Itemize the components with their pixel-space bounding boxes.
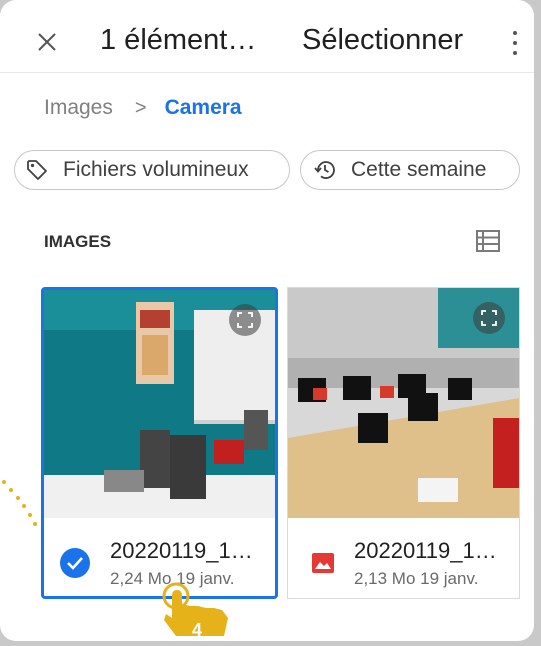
filter-chip-label: Cette semaine	[351, 158, 487, 181]
file-meta: 2,13 Mo 19 janv.	[354, 569, 479, 588]
list-view-button[interactable]	[476, 230, 500, 252]
breadcrumb-current[interactable]: Camera	[165, 96, 242, 120]
dotted-pointer-trail	[2, 480, 37, 526]
more-vert-icon	[513, 31, 517, 35]
office-desks-thumbnail[interactable]	[288, 288, 519, 518]
close-button[interactable]	[30, 25, 64, 59]
breadcrumb: Images > Camera	[44, 96, 242, 120]
file-name: 20220119_1…	[354, 538, 497, 563]
filter-chip-large-files[interactable]: Fichiers volumineux	[14, 150, 290, 190]
coffee-corner-thumbnail[interactable]	[44, 290, 275, 518]
expand-icon	[481, 310, 497, 326]
select-button[interactable]: Sélectionner	[302, 24, 463, 57]
filter-chip-this-week[interactable]: Cette semaine	[300, 150, 520, 190]
expand-preview-button[interactable]	[229, 304, 261, 336]
list-view-icon	[476, 230, 500, 252]
selected-check-icon[interactable]	[60, 548, 90, 578]
section-heading: IMAGES	[44, 232, 112, 251]
filter-chip-label: Fichiers volumineux	[63, 158, 249, 181]
step-number-badge: 4	[192, 620, 203, 640]
file-manager-panel: 1 élément… Sélectionner Images > Camera …	[0, 0, 534, 641]
toolbar-divider	[0, 72, 534, 73]
file-name: 20220119_1…	[110, 538, 253, 563]
expand-icon	[237, 312, 253, 328]
expand-preview-button[interactable]	[473, 302, 505, 334]
chevron-right-icon: >	[134, 96, 147, 119]
more-options-button[interactable]	[505, 28, 525, 58]
tag-icon	[25, 157, 51, 183]
history-icon	[313, 157, 339, 183]
file-card-selected[interactable]: 20220119_1… 2,24 Mo 19 janv.	[41, 287, 278, 599]
breadcrumb-root[interactable]: Images	[44, 96, 113, 120]
file-card[interactable]: 20220119_1… 2,13 Mo 19 janv.	[287, 287, 520, 599]
close-icon	[38, 33, 56, 51]
tap-hand-icon: 4	[154, 582, 244, 641]
image-file-icon	[312, 553, 334, 573]
selection-count-title: 1 élément…	[100, 24, 257, 56]
